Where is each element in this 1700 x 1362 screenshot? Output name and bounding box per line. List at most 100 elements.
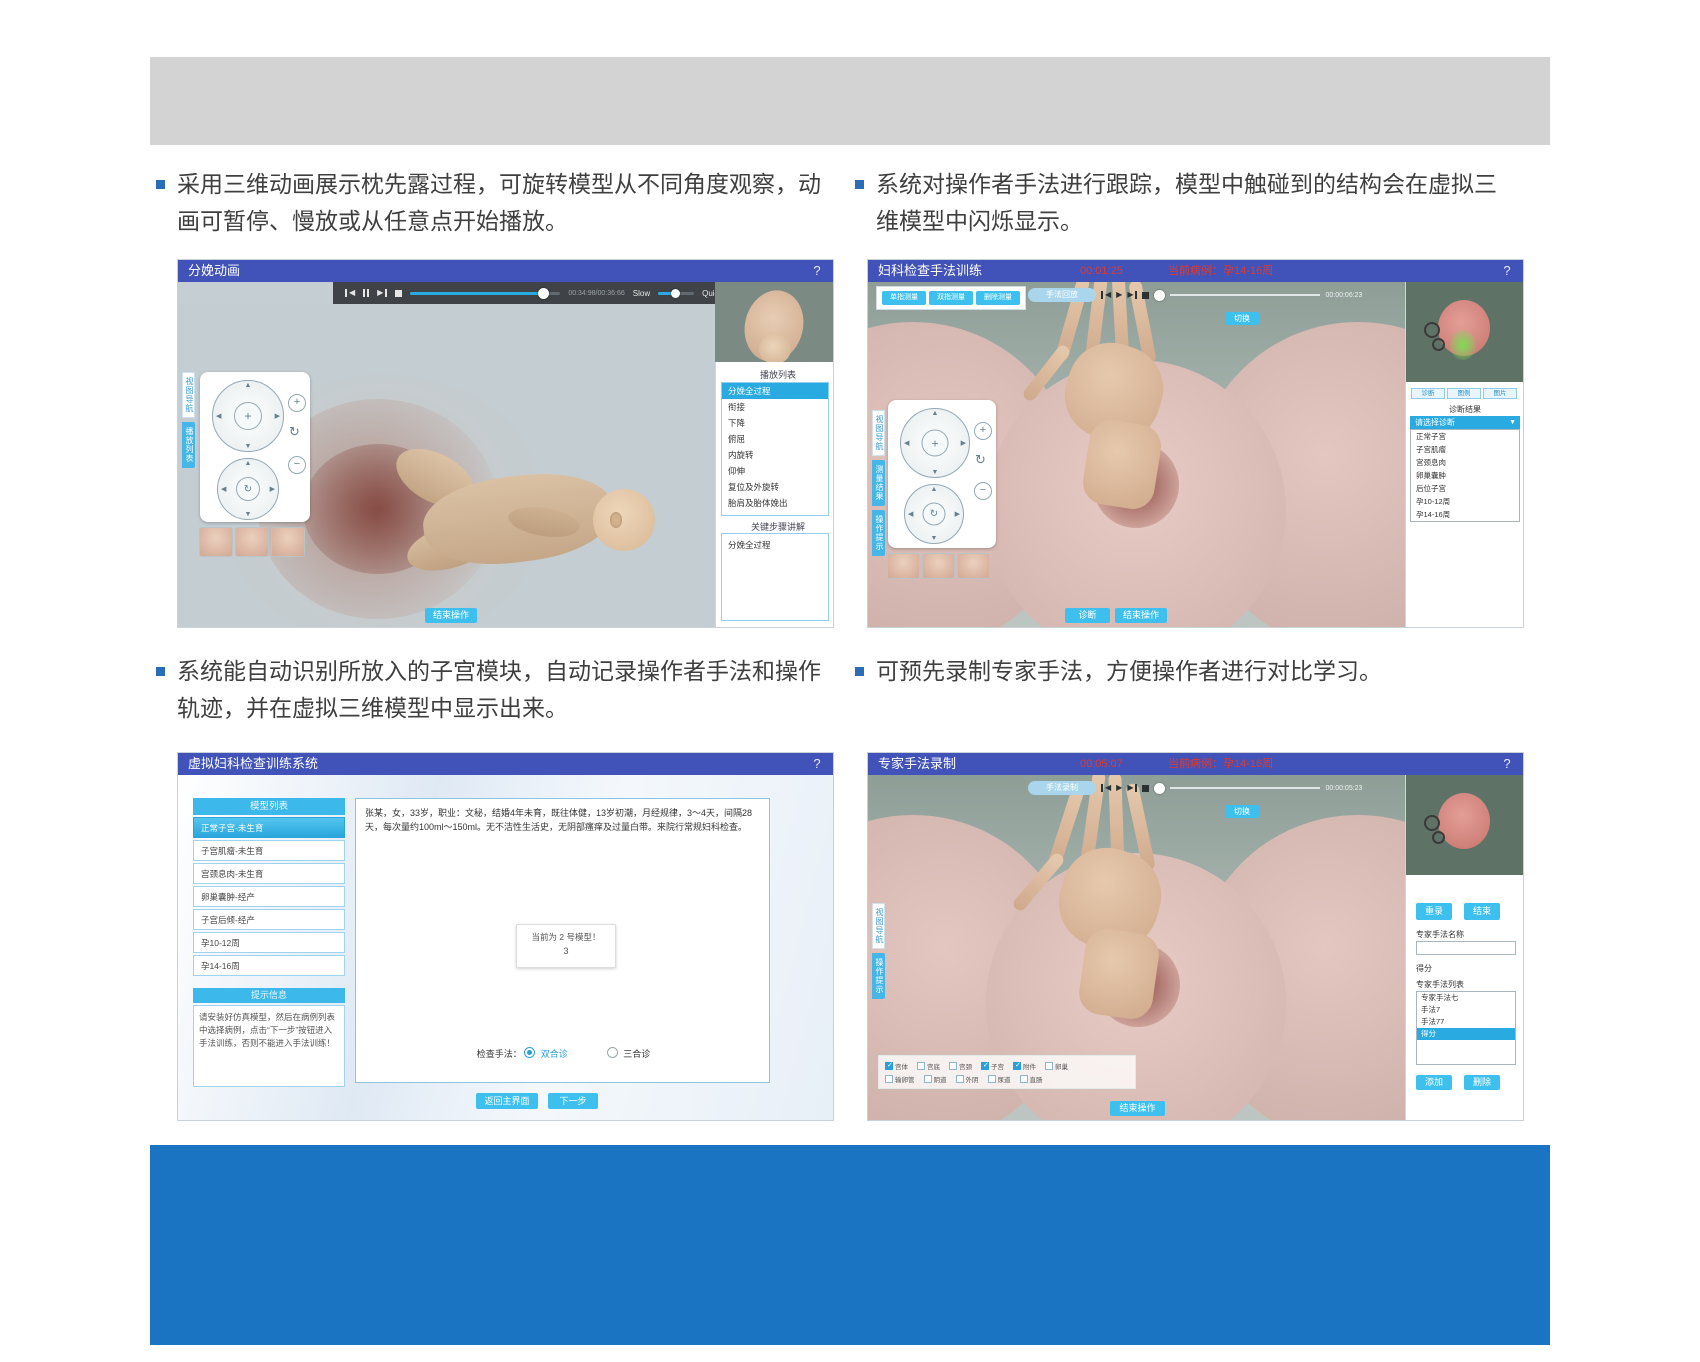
help-icon[interactable]: ? — [1499, 753, 1515, 775]
side-tab-playlist[interactable]: 播放列表 — [182, 422, 195, 468]
playlist-item[interactable]: 俯屈 — [722, 431, 828, 447]
diagnosis-option[interactable]: 孕14-16周 — [1411, 508, 1519, 521]
rotate-dpad[interactable]: ▲▼ ◀▶ ↻ — [217, 458, 279, 520]
arrow-down-icon[interactable]: ▼ — [245, 511, 252, 518]
view-preset-thumbnail[interactable] — [200, 528, 232, 556]
stop-icon[interactable] — [1142, 292, 1149, 299]
progress-line[interactable] — [1170, 787, 1320, 789]
structure-checkbox[interactable]: 子宫 — [981, 1061, 1004, 1071]
zoom-in-button[interactable]: + — [974, 422, 992, 440]
side-tab-tips[interactable]: 操作提示 — [872, 510, 885, 556]
play-icon[interactable]: ▶ — [1116, 784, 1122, 792]
view-preset-thumbnail[interactable] — [272, 528, 304, 556]
diagnosis-option[interactable]: 子宫肌瘤 — [1411, 443, 1519, 456]
diagnosis-option[interactable]: 卵巢囊肿 — [1411, 469, 1519, 482]
pan-icon[interactable]: + — [922, 430, 949, 457]
pan-dpad[interactable]: ▲▼◀▶ + — [900, 408, 970, 478]
method-name-input[interactable] — [1416, 941, 1516, 955]
zoom-out-button[interactable]: − — [974, 482, 992, 500]
pan-dpad[interactable]: ▲▼ ◀▶ + — [212, 380, 284, 452]
arrow-left-icon[interactable]: ◀ — [216, 412, 221, 420]
arrow-up-icon[interactable]: ▲ — [245, 382, 252, 389]
model-list-item[interactable]: 孕10-12周 — [193, 932, 345, 953]
replay-button[interactable]: 手法回放 — [1028, 288, 1096, 302]
skip-forward-icon[interactable]: ▶ — [1127, 291, 1137, 299]
rerecord-button[interactable]: 重录 — [1416, 903, 1452, 920]
progress-slider[interactable] — [410, 292, 560, 295]
help-icon[interactable]: ? — [809, 753, 825, 775]
progress-line[interactable] — [1170, 294, 1320, 296]
expert-method-item[interactable]: 手法7 — [1417, 1004, 1515, 1016]
skip-back-icon[interactable]: ◀ — [1101, 291, 1111, 299]
slider-knob[interactable] — [1154, 783, 1165, 794]
diagnosis-select[interactable]: 请选择诊断 ▼ — [1410, 416, 1520, 429]
playlist-item[interactable]: 衔接 — [722, 399, 828, 415]
help-icon[interactable]: ? — [809, 260, 825, 282]
playlist-item[interactable]: 复位及外旋转 — [722, 479, 828, 495]
side-tab-view-nav[interactable]: 视图导航 — [872, 903, 885, 949]
back-to-main-button[interactable]: 返回主界面 — [476, 1093, 538, 1109]
help-icon[interactable]: ? — [1499, 260, 1515, 282]
exam-3d-viewport[interactable]: 单指测量 双指测量 删除测量 手法回放 ◀ ▶ ▶ 00:00:06:23 切换… — [868, 282, 1405, 627]
model-list-item[interactable]: 子宫肌瘤-未生育 — [193, 840, 345, 861]
rotate-dpad[interactable]: ▲▼◀▶ ↻ — [904, 484, 964, 544]
stop-record-button[interactable]: 结束 — [1464, 903, 1500, 920]
skip-forward-icon[interactable]: ▶ — [377, 289, 387, 297]
structure-checkbox[interactable]: 宫颈 — [949, 1061, 972, 1071]
structure-checkbox[interactable]: 宫体 — [885, 1061, 908, 1071]
expert-method-item[interactable]: 专家手法七 — [1417, 992, 1515, 1004]
structure-checkbox[interactable]: 卵巢 — [1045, 1061, 1068, 1071]
pause-icon[interactable] — [363, 289, 369, 297]
diagnosis-option[interactable]: 孕10-12周 — [1411, 495, 1519, 508]
model-list-item[interactable]: 子宫后倾-经产 — [193, 909, 345, 930]
structure-checkbox[interactable]: 附件 — [1013, 1061, 1036, 1071]
diagnose-button[interactable]: 诊断 — [1065, 608, 1110, 623]
delete-button[interactable]: 删除 — [1464, 1075, 1500, 1090]
radio-trimanual[interactable] — [607, 1047, 618, 1058]
diagnosis-option[interactable]: 宫颈息肉 — [1411, 456, 1519, 469]
end-operation-button[interactable]: 结束操作 — [425, 608, 477, 623]
structure-checkbox[interactable]: 宫底 — [917, 1061, 940, 1071]
side-tab-tips[interactable]: 操作提示 — [872, 953, 885, 999]
stop-icon[interactable] — [395, 290, 402, 297]
skip-forward-icon[interactable]: ▶ — [1127, 784, 1137, 792]
pan-icon[interactable]: + — [234, 402, 262, 430]
playlist-item[interactable]: 分娩全过程 — [722, 383, 828, 399]
structure-checkbox[interactable]: 阴道 — [924, 1074, 947, 1084]
end-operation-button[interactable]: 结束操作 — [1115, 608, 1167, 623]
zoom-in-button[interactable]: + — [288, 394, 306, 412]
arrow-left-icon[interactable]: ◀ — [221, 485, 226, 493]
expert-method-item[interactable]: 手法77 — [1417, 1016, 1515, 1028]
view-preset-thumbnail[interactable] — [958, 554, 989, 578]
model-list-item[interactable]: 孕14-16周 — [193, 955, 345, 976]
add-button[interactable]: 添加 — [1416, 1075, 1452, 1090]
rotate-icon[interactable]: ↻ — [923, 503, 946, 526]
skip-back-icon[interactable]: ◀ — [1101, 784, 1111, 792]
switch-view-button[interactable]: 切换 — [1225, 805, 1259, 818]
structure-checkbox[interactable]: 输卵管 — [885, 1074, 915, 1084]
delete-measure-button[interactable]: 删除测量 — [976, 291, 1020, 305]
skip-back-icon[interactable]: ◀ — [345, 289, 355, 297]
tab-legend[interactable]: 图例 — [1447, 388, 1481, 399]
rotate-icon[interactable]: ↻ — [236, 477, 260, 501]
playlist-item[interactable]: 胎肩及胎体娩出 — [722, 495, 828, 511]
next-step-button[interactable]: 下一步 — [548, 1093, 598, 1109]
model-list-item[interactable]: 正常子宫-未生育 — [193, 817, 345, 838]
arrow-down-icon[interactable]: ▼ — [245, 443, 252, 450]
recording-3d-viewport[interactable]: 手法录制 ◀ ▶ ▶ 00:00:05:23 切换 视图导航 操作提示 宫体 宫… — [868, 775, 1405, 1120]
playlist-item[interactable]: 下降 — [722, 415, 828, 431]
double-finger-measure-button[interactable]: 双指测量 — [929, 291, 973, 305]
view-preset-thumbnail[interactable] — [923, 554, 954, 578]
diagnosis-option[interactable]: 正常子宫 — [1411, 430, 1519, 443]
tab-images[interactable]: 图片 — [1483, 388, 1517, 399]
radio-bimanual[interactable] — [524, 1047, 535, 1058]
stop-icon[interactable] — [1142, 785, 1149, 792]
switch-view-button[interactable]: 切换 — [1225, 312, 1259, 325]
structure-checkbox[interactable]: 尿道 — [988, 1074, 1011, 1084]
diagnosis-option[interactable]: 后位子宫 — [1411, 482, 1519, 495]
reset-view-icon[interactable]: ↻ — [975, 452, 986, 468]
record-button[interactable]: 手法录制 — [1028, 781, 1096, 795]
structure-checkbox[interactable]: 外阴 — [956, 1074, 979, 1084]
single-finger-measure-button[interactable]: 单指测量 — [882, 291, 926, 305]
reset-view-icon[interactable]: ↻ — [289, 424, 300, 440]
